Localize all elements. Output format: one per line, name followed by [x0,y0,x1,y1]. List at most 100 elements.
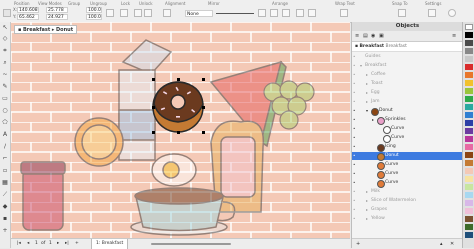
visibility-icon[interactable]: • [353,71,355,79]
height-field[interactable]: 24.927 [46,14,68,20]
swatch-red[interactable] [465,64,473,70]
swatch-gray[interactable] [465,48,473,54]
breadcrumb-current[interactable]: Donut [56,27,73,33]
lock-ratio-button[interactable] [106,9,114,17]
move-up-icon[interactable]: ▴ [440,241,443,247]
panel-menu-icon[interactable]: ≡ [452,33,456,39]
swatch-tan[interactable] [465,160,473,166]
visibility-icon[interactable]: • [353,152,355,160]
tree-row[interactable]: • ▸ Sprinkles [352,116,463,125]
tree-row[interactable]: • ▸ Slice of Watermelon [352,197,463,205]
swatch-blue[interactable] [465,112,473,118]
shape-tool-icon[interactable]: ◇ [2,36,8,42]
rotate-button[interactable] [120,9,128,17]
visibility-icon[interactable]: • [353,170,355,178]
connector-tool-icon[interactable]: ⌐ [2,156,8,162]
swatch-green[interactable] [465,96,473,102]
expand-toggle-icon[interactable]: ▸ [371,116,375,124]
mirror-h-button[interactable] [134,9,142,17]
expand-toggle-icon[interactable]: ▸ [365,188,369,196]
expand-toggle-icon[interactable]: ▾ [359,62,363,70]
ellipse-tool-icon[interactable]: ○ [2,108,8,114]
outline-select[interactable]: None [185,10,213,17]
combine-button[interactable] [308,9,316,17]
expand-toggle-icon[interactable]: ▸ [365,98,369,106]
shape-button[interactable] [163,9,171,17]
transparency-tool-icon[interactable]: ▦ [2,180,8,186]
swatch-lime[interactable] [465,88,473,94]
tree-row[interactable]: • Curve [352,161,463,170]
tree-row[interactable]: • Curve [352,179,463,188]
visibility-icon[interactable]: • [353,98,355,106]
tree-row[interactable]: • Guides [352,53,463,61]
rectangle-tool-icon[interactable]: ▭ [2,96,8,102]
swatch-purple[interactable] [465,128,473,134]
shadow-tool-icon[interactable]: ▫ [2,168,8,174]
outline-style-line[interactable] [216,13,254,14]
tree-row[interactable]: • Curve [352,170,463,179]
swatch-pale-blue[interactable] [465,192,473,198]
delete-icon[interactable]: ✕ [450,241,454,247]
tree-row[interactable]: • Curve [352,134,463,143]
breadcrumb[interactable]: ▪ Breakfast ▸ Donut [14,25,78,34]
swatch-none[interactable] [465,24,473,30]
page-icon[interactable]: ▤ [363,33,368,39]
ungroup-objects-button[interactable] [296,9,304,17]
swatch-cream[interactable] [465,176,473,182]
swatch-yellow[interactable] [465,80,473,86]
document-row[interactable]: ▪ Breakfast Breakfast [352,42,463,52]
swatch-orange[interactable] [465,72,473,78]
tree-row[interactable]: • Curve [352,125,463,134]
swatch-deep-blue[interactable] [465,232,473,238]
tree-row[interactable]: • ▾ Donut [352,107,463,116]
visibility-icon[interactable]: • [353,107,355,115]
expand-toggle-icon[interactable]: ▸ [365,206,369,214]
swatch-pale-green[interactable] [465,184,473,190]
tree-row[interactable]: • ▸ Jam [352,98,463,106]
group-objects-button[interactable] [282,9,290,17]
add-tool-icon[interactable]: + [2,228,8,234]
scale-x-field[interactable]: 100.0 [86,7,102,13]
arrange-back-button[interactable] [270,9,278,17]
swatch-pale-pink[interactable] [465,208,473,214]
visibility-icon[interactable]: • [353,62,355,70]
show-icon[interactable]: ◉ [371,33,375,39]
snap-to-button[interactable] [398,9,406,17]
visibility-icon[interactable]: • [353,161,355,169]
eyedropper-tool-icon[interactable]: ⟋ [2,192,8,198]
plus-circle-icon[interactable] [448,9,456,17]
wrap-text-button[interactable] [340,9,348,17]
y-position-field[interactable]: 65.462 [17,14,39,20]
swatch-pink[interactable] [465,144,473,150]
visibility-icon[interactable]: • [353,134,355,142]
zoom-tool-icon[interactable]: ⌕ [2,60,8,66]
tree-row[interactable]: • ▸ Yellow [352,215,463,223]
swatch-peach[interactable] [465,168,473,174]
visibility-icon[interactable]: • [353,206,355,214]
tree-row[interactable]: • ▸ Coffee [352,71,463,79]
horizontal-scrollbar[interactable] [151,243,231,245]
visibility-icon[interactable]: • [353,89,355,97]
tree-row[interactable]: • ▾ Breakfast [352,62,463,70]
scale-y-field[interactable]: 100.0 [86,14,102,20]
expand-toggle-icon[interactable]: ▸ [365,215,369,223]
expand-toggle-icon[interactable]: ▸ [365,89,369,97]
dimension-tool-icon[interactable]: ∕ [2,144,8,150]
swatch-black[interactable] [465,32,473,38]
swatch-forest[interactable] [465,224,473,230]
layers-icon[interactable]: ≡ [355,33,359,39]
visibility-icon[interactable]: • [353,143,355,151]
swatch-lavender[interactable] [465,200,473,206]
visibility-icon[interactable]: • [353,116,355,124]
pick-tool-options-button[interactable] [3,9,11,17]
swatch-teal[interactable] [465,104,473,110]
visibility-icon[interactable]: • [353,80,355,88]
swatch-navy[interactable] [465,120,473,126]
breadcrumb-root[interactable]: Breakfast [23,27,50,33]
tree-row[interactable]: • Donut [352,152,463,161]
drawing-canvas[interactable] [11,22,350,238]
visibility-icon[interactable]: • [353,197,355,205]
visibility-icon[interactable]: • [353,179,355,187]
swatch-dark-gray[interactable] [465,40,473,46]
visibility-icon[interactable]: • [353,188,355,196]
